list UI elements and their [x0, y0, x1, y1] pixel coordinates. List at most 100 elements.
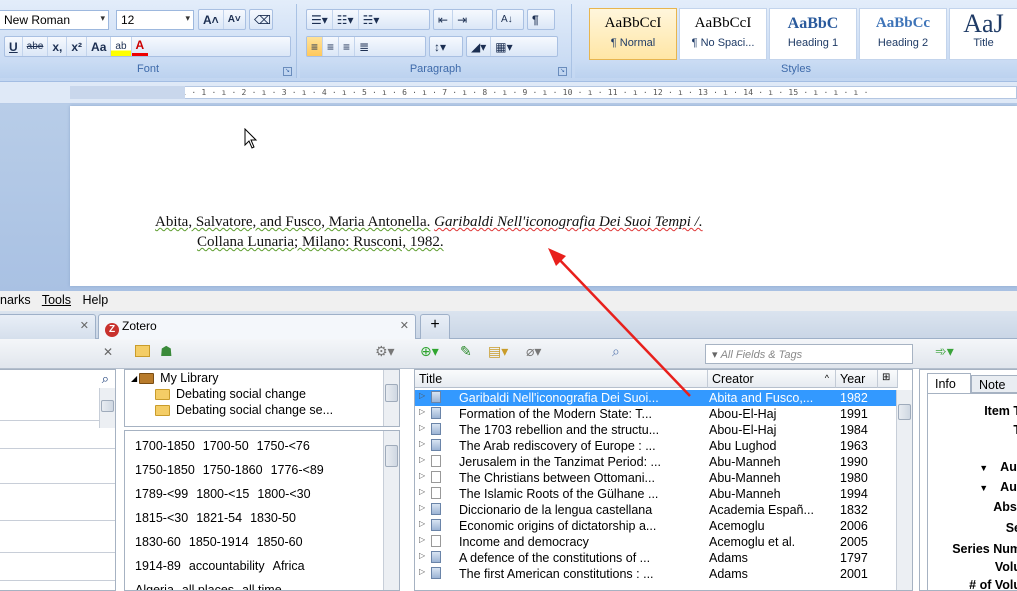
- scrollbar-thumb[interactable]: [101, 400, 114, 412]
- underline-button[interactable]: U: [5, 37, 23, 56]
- tag[interactable]: 1750-1850: [135, 463, 195, 477]
- line-spacing-icon[interactable]: ↕▾: [430, 37, 450, 56]
- highlight-button[interactable]: ab: [111, 37, 132, 56]
- new-item-icon[interactable]: ⊕▾: [420, 343, 439, 360]
- search-icon[interactable]: ⌕: [102, 371, 109, 387]
- expand-icon[interactable]: ▷: [419, 503, 425, 512]
- expand-icon[interactable]: ▷: [419, 423, 425, 432]
- close-icon[interactable]: ✕: [80, 319, 89, 332]
- style-title[interactable]: AaJ Title: [949, 8, 1017, 60]
- document-page[interactable]: [70, 106, 1017, 286]
- scrollbar[interactable]: [383, 431, 399, 590]
- expand-icon[interactable]: ◢: [131, 374, 137, 383]
- tag[interactable]: 1700-1850: [135, 439, 195, 453]
- chevron-down-icon[interactable]: ▾: [712, 349, 721, 361]
- table-row[interactable]: ▷ Income and democracy Acemoglu et al. 2005: [415, 534, 898, 550]
- table-row[interactable]: ▷ Economic origins of dictatorship a... Ac…: [415, 518, 898, 534]
- tab-info[interactable]: Info: [927, 373, 971, 393]
- tag[interactable]: 1750-1860: [203, 463, 263, 477]
- column-header-year[interactable]: Year: [836, 370, 878, 388]
- table-row[interactable]: ▷ Jerusalem in the Tanzimat Period: ... Ab…: [415, 454, 898, 470]
- menu-tools[interactable]: Tools: [42, 293, 71, 307]
- close-pane-icon[interactable]: ✕: [103, 345, 113, 359]
- table-row[interactable]: ▷ The Islamic Roots of the Gülhane ... Abu…: [415, 486, 898, 502]
- menu-help[interactable]: Help: [83, 293, 109, 307]
- expand-icon[interactable]: ▷: [419, 471, 425, 480]
- chevron-down-icon[interactable]: ▾: [100, 13, 105, 24]
- dialog-launcher-icon[interactable]: ↘: [558, 67, 567, 76]
- sort-icon[interactable]: A↓: [497, 10, 517, 29]
- expand-icon[interactable]: ▷: [419, 487, 425, 496]
- scrollbar-thumb[interactable]: [385, 384, 398, 402]
- menu-bookmarks[interactable]: narks: [0, 293, 31, 307]
- table-row[interactable]: ▷ The Christians between Ottomani... Abu-M…: [415, 470, 898, 486]
- scrollbar-thumb[interactable]: [898, 404, 911, 420]
- change-case-button[interactable]: Aa: [87, 37, 112, 56]
- tag[interactable]: 1800-<30: [257, 487, 310, 501]
- chevron-down-icon[interactable]: ▾: [185, 13, 190, 24]
- shrink-font-button[interactable]: A ˅: [224, 10, 245, 29]
- table-row[interactable]: ▷ The 1703 rebellion and the structu... Ab…: [415, 422, 898, 438]
- collection-item[interactable]: Debating social change se...: [125, 402, 399, 418]
- new-note-icon[interactable]: ▤▾: [488, 343, 508, 360]
- tag[interactable]: 1821-54: [196, 511, 242, 525]
- ruler-track[interactable]: · 2 · ı · 1 · ı · ı · ı · 1 · ı · 2 · ı …: [70, 86, 1017, 99]
- tag[interactable]: 1789-<99: [135, 487, 188, 501]
- tab-previous[interactable]: ✕: [0, 314, 96, 339]
- tag[interactable]: 1815-<30: [135, 511, 188, 525]
- expand-icon[interactable]: ▷: [419, 439, 425, 448]
- bullets-icon[interactable]: ☰▾: [307, 10, 333, 29]
- expand-icon[interactable]: ▷: [419, 551, 425, 560]
- gear-icon[interactable]: ⚙▾: [375, 343, 395, 360]
- tab-notes[interactable]: Note: [971, 375, 1017, 393]
- expand-icon[interactable]: ▷: [419, 391, 425, 400]
- table-row[interactable]: ▷ A defence of the constitutions of ... Ad…: [415, 550, 898, 566]
- table-row[interactable]: ▷ Diccionario de la lengua castellana Acad…: [415, 502, 898, 518]
- tag[interactable]: 1750-<76: [257, 439, 310, 453]
- horizontal-ruler[interactable]: · 2 · ı · 1 · ı · ı · ı · 1 · ı · 2 · ı …: [0, 82, 1017, 104]
- superscript-button[interactable]: x²: [67, 37, 88, 56]
- scrollbar[interactable]: [99, 388, 115, 428]
- tag[interactable]: Africa: [273, 559, 305, 573]
- expand-icon[interactable]: ▷: [419, 567, 425, 576]
- table-row[interactable]: ▷ Garibaldi Nell'iconografia Dei Suoi... A…: [415, 390, 898, 406]
- style-heading-1[interactable]: AaBbC Heading 1: [769, 8, 857, 60]
- align-right-icon[interactable]: ≡: [339, 37, 356, 56]
- tag[interactable]: 1700-50: [203, 439, 249, 453]
- clear-formatting-icon[interactable]: ⌫: [250, 10, 275, 29]
- tag[interactable]: 1850-60: [257, 535, 303, 549]
- scrollbar[interactable]: [896, 390, 912, 590]
- strikethrough-button[interactable]: abe: [23, 37, 49, 56]
- numbering-icon[interactable]: ☷▾: [333, 10, 359, 29]
- increase-indent-icon[interactable]: ⇥: [453, 10, 471, 29]
- new-tab-button[interactable]: +: [420, 314, 450, 339]
- chevron-down-icon[interactable]: ▼: [979, 463, 988, 473]
- dialog-launcher-icon[interactable]: ↘: [283, 67, 292, 76]
- scrollbar[interactable]: [383, 370, 399, 426]
- tag[interactable]: 1914-89: [135, 559, 181, 573]
- expand-icon[interactable]: ▷: [419, 535, 425, 544]
- grow-font-button[interactable]: A ˄: [199, 10, 224, 29]
- table-row[interactable]: ▷ The first American constitutions : ... A…: [415, 566, 898, 582]
- justify-icon[interactable]: ≣: [355, 37, 373, 56]
- column-header-creator[interactable]: Creator ^: [708, 370, 836, 388]
- tag[interactable]: 1830-50: [250, 511, 296, 525]
- style-normal[interactable]: AaBbCcI ¶ Normal: [589, 8, 677, 60]
- table-row[interactable]: ▷ Formation of the Modern State: T... Abou…: [415, 406, 898, 422]
- tag[interactable]: all places: [182, 583, 234, 590]
- expand-icon[interactable]: ▷: [419, 455, 425, 464]
- font-name-combo[interactable]: New Roman ▾: [0, 10, 109, 30]
- tag[interactable]: 1800-<15: [196, 487, 249, 501]
- close-icon[interactable]: ✕: [400, 319, 409, 332]
- expand-icon[interactable]: ▷: [419, 519, 425, 528]
- search-input[interactable]: ▾ All Fields & Tags: [705, 344, 913, 364]
- collection-my-library[interactable]: ◢ My Library: [125, 370, 399, 386]
- font-color-button[interactable]: A: [131, 37, 149, 56]
- font-size-combo[interactable]: 12 ▾: [116, 10, 194, 30]
- multilevel-list-icon[interactable]: ☵▾: [359, 10, 384, 29]
- tag[interactable]: 1830-60: [135, 535, 181, 549]
- subscript-button[interactable]: x,: [48, 37, 68, 56]
- locate-icon[interactable]: ➾▾: [935, 343, 954, 360]
- scrollbar-thumb[interactable]: [385, 445, 398, 467]
- tag[interactable]: all time: [242, 583, 282, 590]
